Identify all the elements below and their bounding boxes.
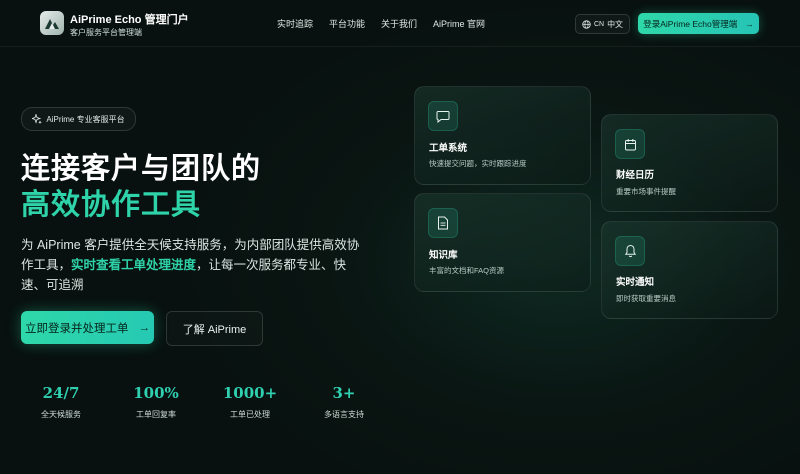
stat-value: 100%	[133, 384, 179, 402]
arrow-right-icon: →	[138, 321, 151, 334]
header-login-button[interactable]: 登录AiPrime Echo管理端 →	[638, 13, 759, 34]
document-icon	[428, 208, 458, 238]
stat-item: 100% 工单回复率	[116, 384, 196, 420]
hero-description: 为 AiPrime 客户提供全天候支持服务，为内部团队提供高效协作工具，实时查看…	[21, 235, 361, 295]
stat-value: 1000+	[222, 384, 278, 402]
language-label: 中文	[607, 19, 624, 29]
language-code: CN	[593, 20, 605, 28]
globe-icon	[582, 19, 591, 29]
card-title: 知识库	[429, 250, 458, 261]
card-title: 财经日历	[616, 170, 655, 181]
learn-more-button[interactable]: 了解 AiPrime	[166, 311, 263, 346]
hero-title-line2: 高效协作工具	[21, 189, 202, 221]
bell-icon	[615, 236, 645, 266]
card-subtitle: 快速提交问题，实时跟踪进度	[429, 159, 527, 168]
card-subtitle: 即时获取重要消息	[616, 294, 676, 303]
header-login-label: 登录AiPrime Echo管理端	[643, 18, 738, 29]
desc-highlight: 实时查看工单处理进度	[71, 258, 197, 272]
nav-official-site[interactable]: AiPrime 官网	[433, 17, 485, 30]
nav-about-us[interactable]: 关于我们	[381, 17, 417, 30]
brand-subtitle: 客户服务平台管理端	[70, 28, 142, 37]
badge-label: AiPrime 专业客服平台	[46, 114, 125, 124]
card-title: 工单系统	[429, 143, 468, 154]
login-process-ticket-button[interactable]: 立即登录并处理工单 →	[21, 311, 154, 344]
stat-item: 24/7 全天候服务	[21, 384, 101, 420]
stat-value: 3+	[332, 384, 356, 402]
logo-icon[interactable]	[40, 11, 64, 35]
brand-title: AiPrime Echo 管理门户	[70, 14, 189, 26]
language-switcher[interactable]: CN 中文	[575, 14, 630, 34]
card-title: 实时通知	[616, 277, 655, 288]
stat-label: 多语言支持	[324, 410, 364, 419]
card-ticket-system[interactable]: 工单系统 快速提交问题，实时跟踪进度	[414, 86, 591, 185]
platform-badge: AiPrime 专业客服平台	[21, 107, 136, 131]
card-subtitle: 丰富的文档和FAQ资源	[429, 266, 505, 275]
stat-value: 24/7	[42, 384, 80, 402]
arrow-right-icon: →	[745, 18, 754, 29]
nav-platform-features[interactable]: 平台功能	[329, 17, 365, 30]
stat-item: 3+ 多语言支持	[304, 384, 384, 420]
message-icon	[428, 101, 458, 131]
stat-item: 1000+ 工单已处理	[210, 384, 290, 420]
nav-realtime-tracking[interactable]: 实时追踪	[277, 17, 313, 30]
card-realtime-notification[interactable]: 实时通知 即时获取重要消息	[601, 221, 778, 319]
card-knowledge-base[interactable]: 知识库 丰富的文档和FAQ资源	[414, 193, 591, 292]
card-subtitle: 重要市场事件提醒	[616, 187, 676, 196]
cta-primary-label: 立即登录并处理工单	[25, 322, 129, 335]
top-navbar: AiPrime Echo 管理门户 客户服务平台管理端 实时追踪 平台功能 关于…	[0, 0, 800, 47]
calendar-icon	[615, 129, 645, 159]
stat-label: 全天候服务	[41, 410, 81, 419]
stat-label: 工单回复率	[136, 410, 176, 419]
cta-secondary-label: 了解 AiPrime	[182, 323, 247, 336]
card-financial-calendar[interactable]: 财经日历 重要市场事件提醒	[601, 114, 778, 212]
sparkle-icon	[32, 114, 43, 124]
stat-label: 工单已处理	[230, 410, 270, 419]
